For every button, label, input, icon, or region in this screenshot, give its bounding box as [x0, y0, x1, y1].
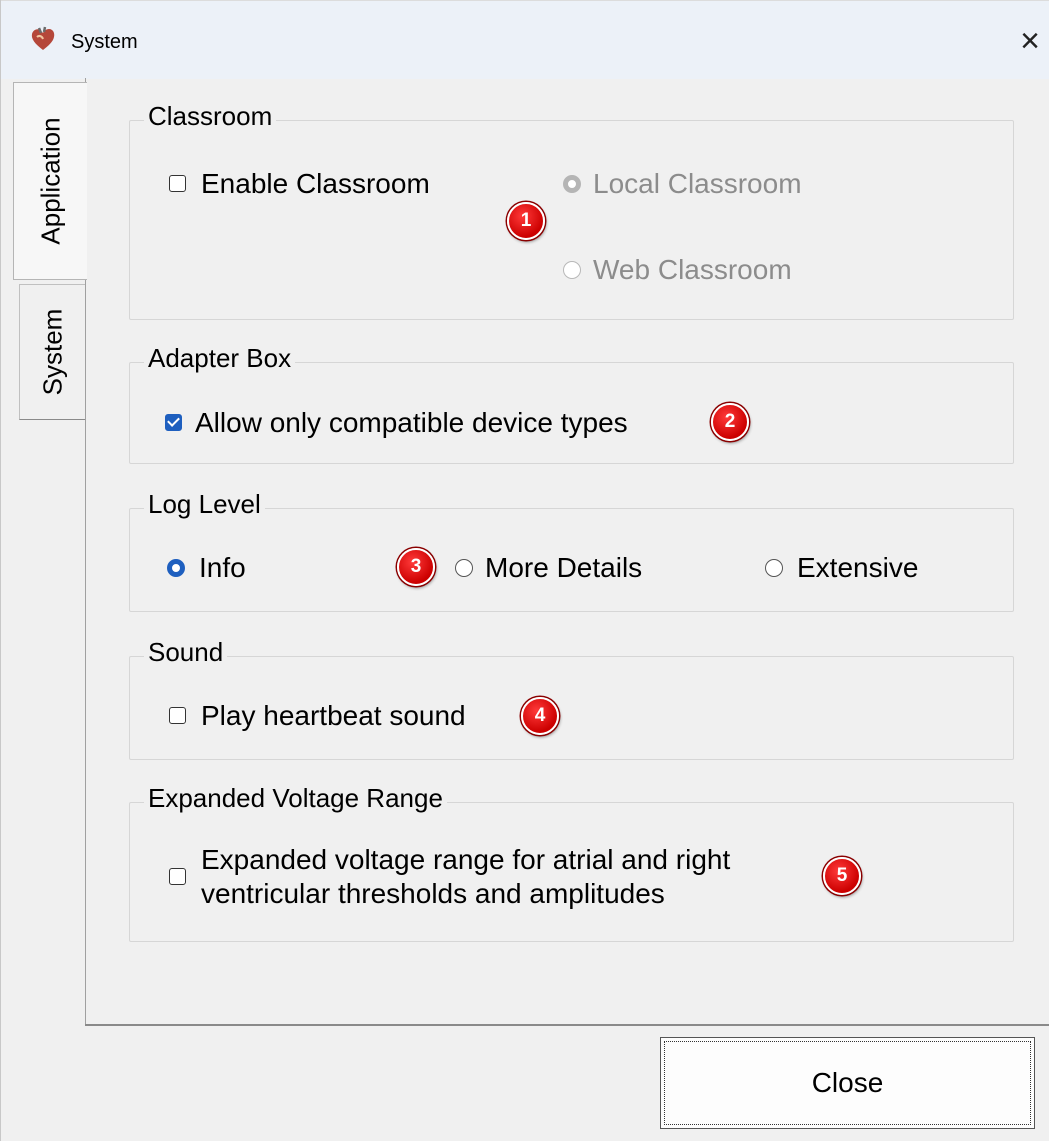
expanded-voltage-checkbox-box[interactable]: [169, 868, 186, 885]
window-title: System: [71, 31, 138, 53]
log-level-extensive-label: Extensive: [797, 552, 919, 583]
compatible-devices-label: Allow only compatible device types: [195, 407, 628, 438]
log-level-extensive-radio-button[interactable]: [765, 559, 783, 577]
tab-pane-bottom-border: [85, 1024, 1049, 1026]
callout-badge-2: 2: [711, 403, 749, 441]
heart-app-icon: [31, 26, 55, 50]
expanded-voltage-label-line1: Expanded voltage range for atrial and ri…: [201, 844, 731, 875]
log-level-more-details-radio-button[interactable]: [455, 559, 473, 577]
expanded-voltage-label-line2: ventricular thresholds and amplitudes: [201, 878, 665, 909]
adapter-box-group-title: Adapter Box: [144, 341, 296, 375]
heartbeat-sound-checkbox-box[interactable]: [169, 707, 186, 724]
local-classroom-radio-button[interactable]: [563, 175, 581, 193]
close-button[interactable]: Close: [660, 1037, 1035, 1129]
callout-badge-5: 5: [823, 857, 861, 895]
local-classroom-label: Local Classroom: [593, 168, 802, 199]
enable-classroom-checkbox-box[interactable]: [169, 175, 186, 192]
system-dialog: System × Application System Classroom En…: [0, 0, 1049, 1141]
tab-application-label: Application: [35, 117, 65, 245]
expanded-voltage-group-title: Expanded Voltage Range: [144, 781, 447, 815]
classroom-group-title: Classroom: [144, 99, 277, 133]
tab-application[interactable]: Application: [13, 82, 87, 280]
callout-badge-3: 3: [397, 548, 435, 586]
enable-classroom-label: Enable Classroom: [201, 168, 430, 199]
log-level-group-title: Log Level: [144, 487, 265, 521]
close-window-icon[interactable]: ×: [1011, 19, 1049, 63]
log-level-more-details-label: More Details: [485, 552, 643, 583]
callout-badge-1: 1: [507, 202, 545, 240]
tab-system[interactable]: System: [19, 284, 85, 420]
log-level-info-radio-button[interactable]: [167, 559, 185, 577]
heartbeat-sound-label: Play heartbeat sound: [201, 700, 466, 731]
tab-system-label: System: [37, 308, 67, 396]
web-classroom-label: Web Classroom: [593, 254, 792, 285]
sound-group-title: Sound: [144, 635, 228, 669]
callout-badge-4: 4: [521, 697, 559, 735]
title-bar: System ×: [1, 0, 1049, 79]
web-classroom-radio-button[interactable]: [563, 261, 581, 279]
classroom-group: Classroom: [129, 99, 1014, 320]
compatible-devices-checkbox-box[interactable]: [165, 414, 182, 431]
log-level-info-label: Info: [199, 552, 246, 583]
